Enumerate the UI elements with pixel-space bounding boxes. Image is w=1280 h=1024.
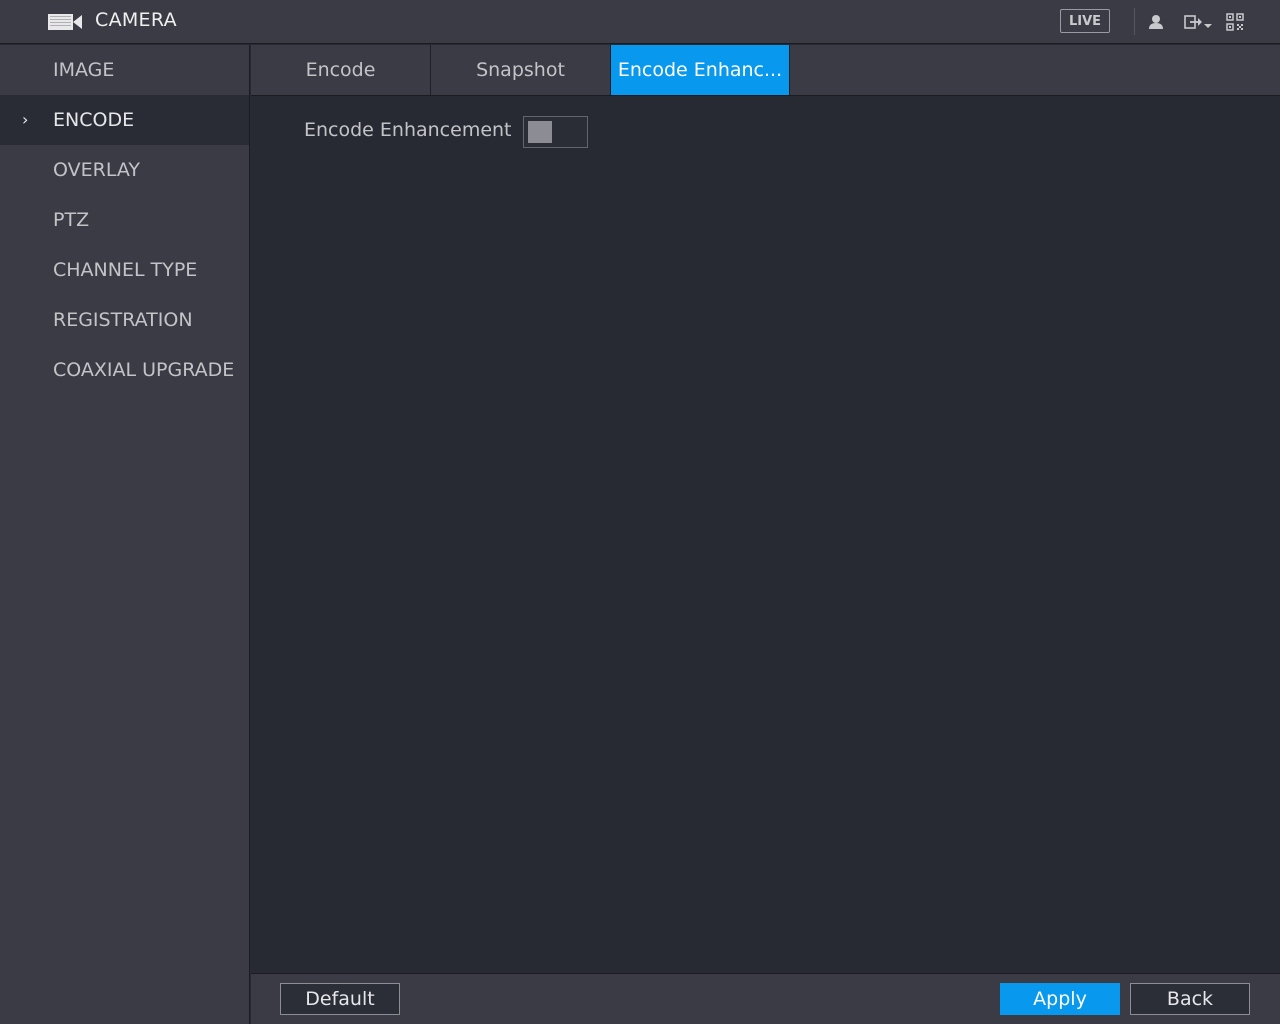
tab-snapshot[interactable]: Snapshot [431,45,611,95]
user-icon[interactable] [1146,12,1166,32]
apply-button[interactable]: Apply [1000,983,1120,1015]
sidebar-item-label: COAXIAL UPGRADE [53,359,235,381]
sidebar-item-label: ENCODE [53,109,135,131]
sidebar-item-encode[interactable]: › ENCODE [0,95,249,145]
sidebar-item-label: REGISTRATION [53,309,193,331]
sidebar-item-label: IMAGE [53,59,115,81]
tab-encode-enhancement[interactable]: Encode Enhanc... [611,45,790,95]
sidebar-item-label: CHANNEL TYPE [53,259,198,281]
logout-icon[interactable] [1183,12,1203,32]
top-bar: CAMERA LIVE [0,0,1280,44]
sidebar-item-registration[interactable]: REGISTRATION [0,295,249,345]
sidebar: IMAGE › ENCODE OVERLAY PTZ CHANNEL TYPE … [0,45,250,1024]
toggle-knob [528,121,552,143]
sidebar-item-channel-type[interactable]: CHANNEL TYPE [0,245,249,295]
footer-bar: Default Apply Back [251,973,1280,1024]
live-button[interactable]: LIVE [1060,9,1110,33]
qr-code-icon[interactable] [1225,12,1245,32]
sidebar-item-ptz[interactable]: PTZ [0,195,249,245]
chevron-right-icon: › [22,110,29,129]
tab-bar: Encode Snapshot Encode Enhanc... [251,45,1280,96]
page-title: CAMERA [95,9,177,31]
camera-icon [48,14,82,30]
sidebar-item-image[interactable]: IMAGE [0,45,249,95]
sidebar-item-label: OVERLAY [53,159,140,181]
encode-enhancement-toggle[interactable] [523,116,588,148]
sidebar-item-overlay[interactable]: OVERLAY [0,145,249,195]
encode-enhancement-label: Encode Enhancement [304,119,512,141]
default-button[interactable]: Default [280,983,400,1015]
sidebar-item-coaxial-upgrade[interactable]: COAXIAL UPGRADE [0,345,249,395]
header-divider [1134,8,1135,35]
sidebar-item-label: PTZ [53,209,90,231]
tab-encode[interactable]: Encode [251,45,431,95]
back-button[interactable]: Back [1130,983,1250,1015]
chevron-down-icon[interactable] [1203,12,1213,32]
